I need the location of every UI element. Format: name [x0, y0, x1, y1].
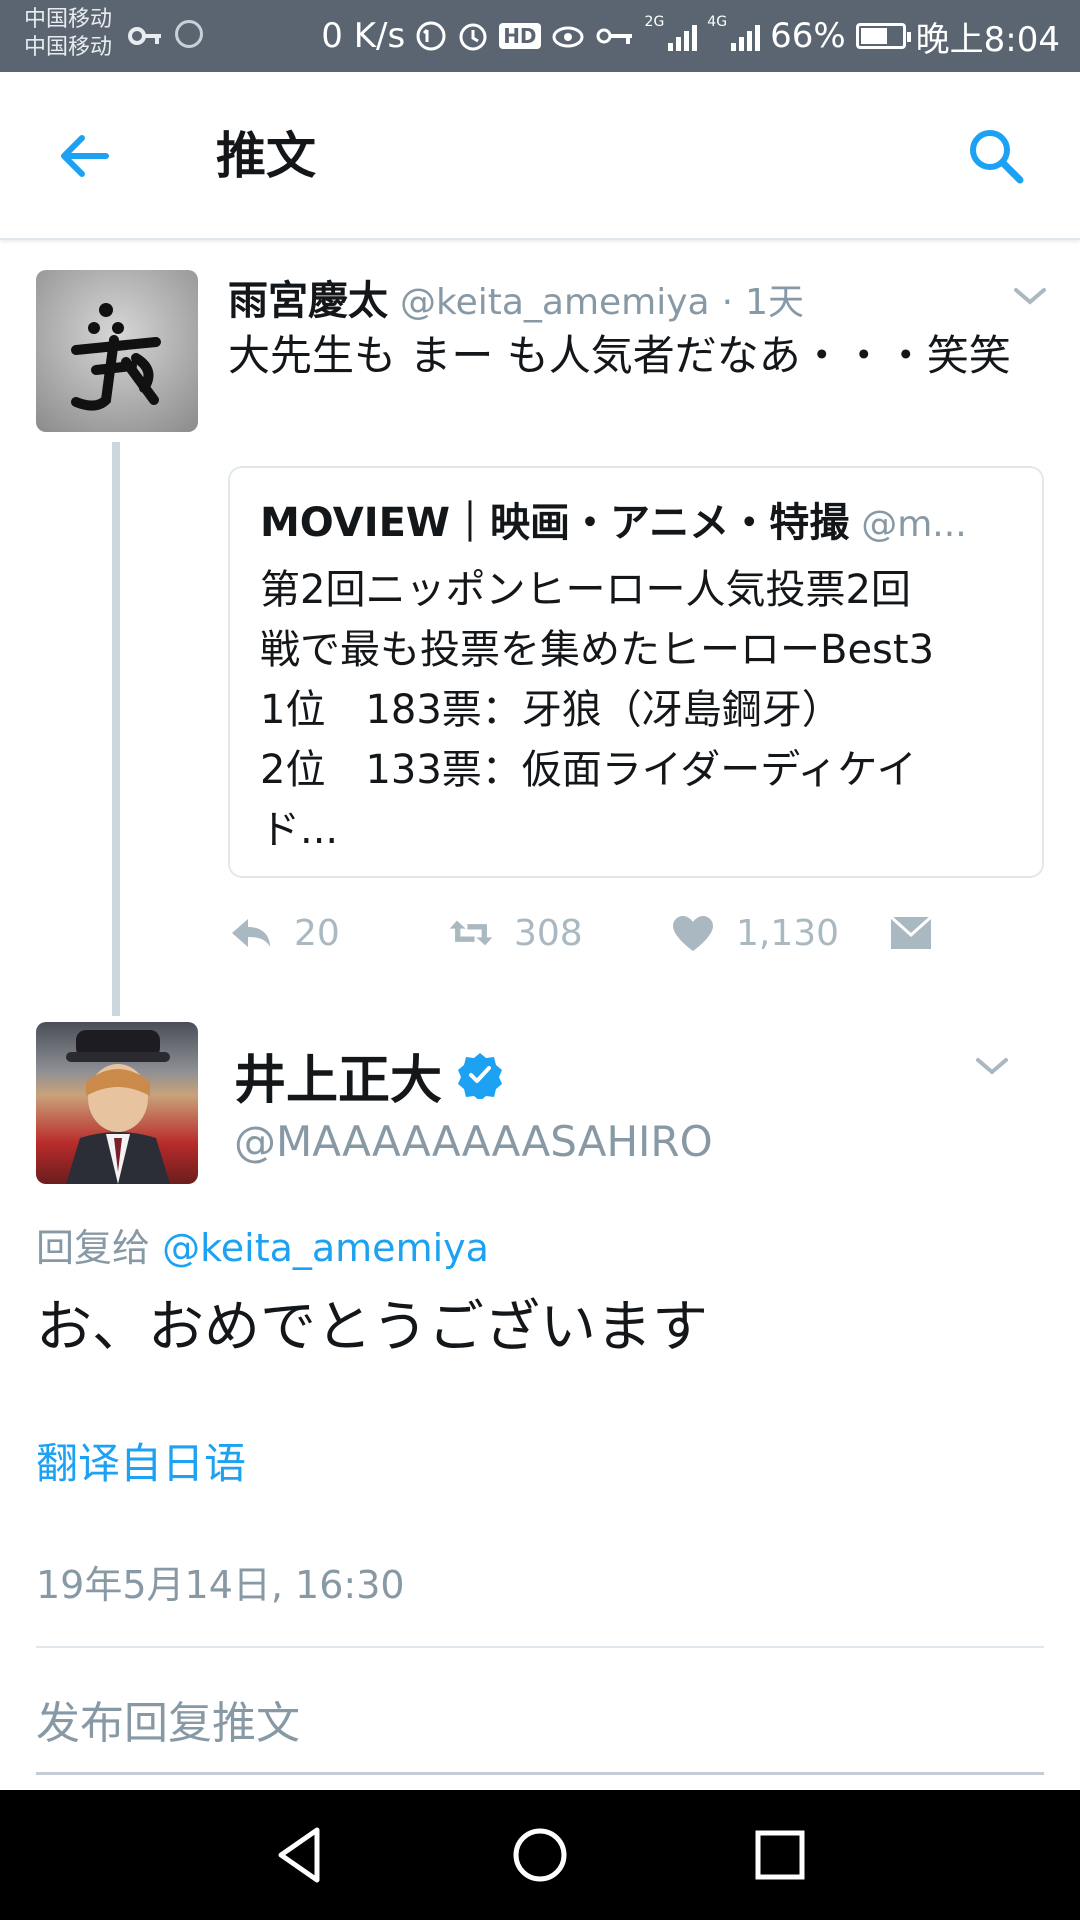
reply-compose-input[interactable]: 发布回复推文 [36, 1694, 300, 1754]
quote-header: MOVIEW｜映画・アニメ・特撮 @m... [260, 490, 1016, 548]
page-title: 推文 [216, 127, 316, 185]
quote-line: 1位 183票：牙狼（冴島鋼牙） [260, 687, 842, 733]
tweet2-author-name[interactable]: 井上正大 [234, 1038, 442, 1113]
avatar-masahiro[interactable] [36, 1022, 198, 1184]
translate-link[interactable]: 翻译自日语 [36, 1434, 246, 1494]
quote-handle: @m... [861, 504, 967, 545]
direct-message-button[interactable] [888, 900, 934, 966]
mail-icon [889, 915, 933, 949]
compose-underline [36, 1772, 1044, 1775]
retweet-icon [449, 920, 493, 946]
like-button[interactable]: 1,130 [670, 900, 839, 966]
system-nav-bar [0, 1790, 1080, 1920]
tweet1-handle[interactable]: @keita_amemiya [400, 282, 710, 323]
hd-icon: HD [499, 23, 541, 49]
carrier-2: 中国移动 [24, 35, 113, 60]
reply-button[interactable]: 20 [228, 900, 340, 966]
nav-back-icon[interactable] [265, 1820, 335, 1890]
alarm-icon [459, 23, 487, 51]
tweet1-time: 1天 [745, 282, 804, 323]
retweet-button[interactable]: 308 [448, 900, 583, 966]
tweet2-name-row: 井上正大 [234, 1042, 504, 1111]
net-speed: 0 K/s [321, 16, 406, 56]
quote-line: 戦で最も投票を集めたヒーローBest3 [260, 627, 935, 673]
tweet2-text: お、おめでとうございます [36, 1295, 708, 1360]
quote-line: ド... [260, 807, 339, 853]
signal-1-icon [668, 21, 698, 51]
key-icon [596, 28, 632, 44]
eye-comfort-icon [552, 26, 584, 48]
chevron-down-icon[interactable] [972, 1052, 1012, 1080]
battery-icon [855, 23, 911, 49]
reply-icon [232, 919, 270, 947]
battery-fill [860, 28, 887, 44]
tweet1-author-name[interactable]: 雨宮慶太 [228, 268, 388, 326]
like-count: 1,130 [736, 912, 840, 954]
tweet1-separator: · [721, 282, 734, 323]
tweet2-timestamp: 19年5月14日, 16:30 [36, 1563, 405, 1607]
carrier-info: 中国移动 中国移动 [24, 6, 112, 62]
quote-line: 第2回ニッポンヒーロー人気投票2回 [260, 567, 911, 613]
nav-home-icon[interactable] [505, 1820, 575, 1890]
profile-photo-icon [66, 1030, 170, 1184]
heart-icon [673, 916, 713, 951]
quote-line: 2位 133票：仮面ライダーディケイ [260, 747, 917, 793]
signal-2-icon [731, 21, 761, 51]
reply-to-line: 回复给 @keita_amemiya [36, 1222, 489, 1274]
tweet1-header: 雨宮慶太 @keita_amemiya · 1天 [228, 268, 804, 324]
data-saver-icon [416, 21, 446, 51]
tweet2-handle[interactable]: @MAAAAAAAASAHIRO [234, 1114, 713, 1170]
search-icon[interactable] [962, 122, 1030, 190]
reply-to-label: 回复给 [36, 1226, 151, 1270]
status-right: 0 K/s HD 2G 4G 66% 晚上8:04 [321, 14, 1060, 60]
quoted-tweet-card[interactable]: MOVIEW｜映画・アニメ・特撮 @m... 第2回ニッポンヒーロー人気投票2回… [228, 466, 1044, 878]
nav-recents-icon[interactable] [745, 1820, 815, 1890]
tweet1-actions: 20 308 1,130 [228, 900, 1048, 966]
quote-author-name: MOVIEW｜映画・アニメ・特撮 [260, 500, 850, 546]
app-bar: 推文 [0, 72, 1080, 240]
network-type-2g: 2G [644, 14, 665, 30]
clock: 晚上8:04 [915, 19, 1060, 60]
thread-line [112, 442, 120, 1016]
arrow-left-icon[interactable] [50, 122, 118, 190]
tweet1-text: 大先生も まー も人気者だなあ・・・笑笑 [228, 331, 1011, 380]
battery-percent: 66% [770, 16, 846, 56]
divider [36, 1646, 1044, 1648]
notification-icon [175, 20, 203, 48]
network-type-4g: 4G [707, 14, 728, 30]
reply-mention-link[interactable]: @keita_amemiya [162, 1226, 489, 1270]
verified-badge-icon [458, 1053, 503, 1099]
quote-text: 第2回ニッポンヒーロー人気投票2回 戦で最も投票を集めたヒーローBest3 1位… [260, 560, 1012, 860]
avatar-keita[interactable] [36, 270, 198, 432]
carrier-1: 中国移动 [24, 7, 113, 32]
chevron-down-icon[interactable] [1010, 282, 1050, 310]
calligraphy-logo-icon [71, 303, 161, 411]
reply-count: 20 [294, 912, 340, 954]
status-bar: 中国移动 中国移动 0 K/s HD 2G 4G 66% 晚上8:04 [0, 0, 1080, 72]
vpn-key-icon [128, 27, 161, 45]
retweet-count: 308 [514, 912, 583, 954]
